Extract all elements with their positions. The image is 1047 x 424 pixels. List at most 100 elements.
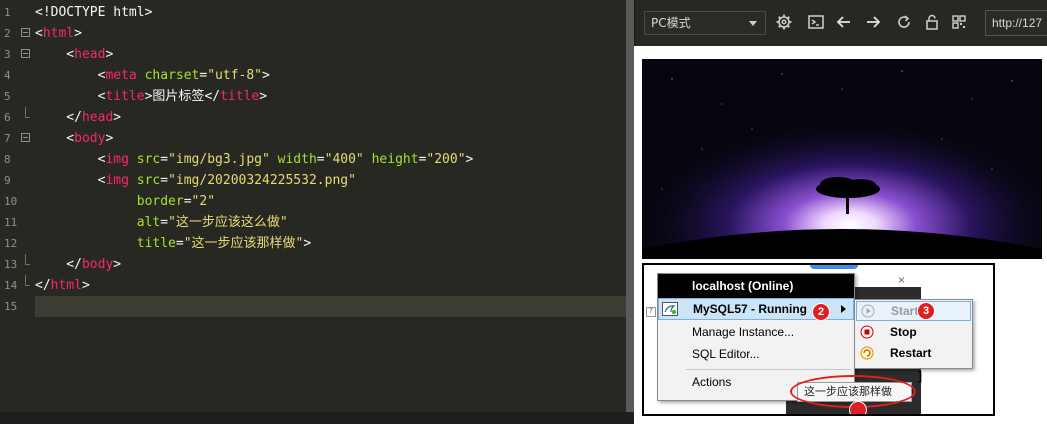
submenu-item-stop: Stop [856,323,971,343]
fold-toggle-icon[interactable] [21,28,30,37]
restart-icon [860,346,874,360]
device-mode-select[interactable]: PC模式 [644,11,766,35]
browser-preview-pane: PC模式 http://127 × 7 localhost (Online) M… [634,0,1047,424]
submenu-item-start: Start [856,301,971,321]
code-line[interactable]: </body> [35,254,626,275]
line-number: 8 [4,153,11,166]
menu-divider [686,369,851,370]
editor-horizontal-scrollbar[interactable] [0,412,634,424]
code-token: "这一步应该这么做" [168,215,288,230]
gutter-line: 14 [0,275,34,296]
settings-icon[interactable] [774,12,794,32]
code-token: </ [35,110,82,125]
step-marker-partial [849,401,867,414]
code-line[interactable]: border="2" [35,191,626,212]
code-line[interactable]: <body> [35,128,626,149]
fold-end-icon [25,254,30,265]
gutter-line: 4 [0,65,34,86]
code-token: img [105,173,129,188]
code-line[interactable]: </head> [35,107,626,128]
editor-vertical-scrollbar[interactable] [626,0,634,412]
forward-arrow-icon[interactable] [863,12,883,32]
line-number: 2 [4,27,11,40]
code-token: "400" [324,152,364,167]
line-gutter: 1 2 3 4 5 6 7 8 9 10 11 12 13 14 15 [0,2,34,317]
code-area[interactable]: <!DOCTYPE html> <html> <head> <meta chars… [35,2,626,317]
gutter-line: 13 [0,254,34,275]
code-line[interactable]: <head> [35,44,626,65]
gutter-line: 3 [0,44,34,65]
code-token: > [259,89,268,104]
code-token: alt [136,215,161,230]
fold-end-icon [25,275,30,286]
lock-icon[interactable] [922,12,942,32]
code-token: "200" [426,152,466,167]
code-line[interactable]: alt="这一步应该这么做" [35,212,626,233]
refresh-icon[interactable] [894,12,914,32]
qr-code-icon[interactable] [949,12,969,32]
line-number: 7 [4,132,11,145]
code-editor[interactable]: 1 2 3 4 5 6 7 8 9 10 11 12 13 14 15 <!DOCTYPE html> <ht… [0,0,626,424]
line-number: 3 [4,48,11,61]
code-token: "img/bg3.jpg" [168,152,270,167]
code-token: </ [35,257,82,272]
line-number: 12 [4,237,18,250]
line-number: 11 [4,216,18,229]
code-token: </ [35,278,51,293]
fold-end-icon [25,107,30,118]
code-token: = [183,194,192,209]
night-sky-tree-image [642,59,1042,259]
submenu-item-restart: Restart [856,344,971,364]
fold-toggle-icon[interactable] [21,49,30,58]
play-icon [861,304,875,318]
code-line[interactable]: <html> [35,23,626,44]
code-token: </ [204,89,221,104]
code-token: < [35,152,106,167]
code-line[interactable]: <img src="img/20200324225532.png" [35,170,626,191]
code-token: body [74,131,106,146]
code-token: > [465,152,474,167]
code-token: "utf-8" [207,68,263,83]
gutter-line: 15 [0,296,34,317]
gutter-line: 7 [0,128,34,149]
back-arrow-icon[interactable] [834,12,854,32]
url-bar[interactable]: http://127 [985,10,1047,36]
code-token: border [136,194,184,209]
code-line[interactable]: <img src="img/bg3.jpg" width="400" heigh… [35,149,626,170]
code-line[interactable]: </html> [35,275,626,296]
line-number: 14 [4,279,18,292]
code-token: title [220,89,260,104]
close-icon: × [898,273,906,287]
code-line[interactable]: title="这一步应该那样做"> [35,233,626,254]
code-token: head [81,110,114,125]
line-number: 13 [4,258,18,271]
code-token: > [303,236,312,251]
code-token: head [74,47,106,62]
code-token: > [105,131,114,146]
code-line[interactable] [35,296,626,317]
device-mode-value: PC模式 [651,16,691,30]
preview-toolbar: PC模式 http://127 [634,0,1047,46]
code-token: "这一步应该那样做" [183,236,304,251]
code-token: html [50,278,82,293]
code-token: width [277,152,317,167]
code-token: img [105,152,129,167]
code-token: 图片标签 [152,89,205,104]
menu-item-sql-editor: SQL Editor... [692,347,760,361]
code-line[interactable]: <meta charset="utf-8"> [35,65,626,86]
fold-toggle-icon[interactable] [21,133,30,142]
line-number: 4 [4,69,11,82]
code-line[interactable]: <!DOCTYPE html> [35,2,626,23]
code-token: src [136,152,161,167]
code-token: = [175,236,184,251]
stop-icon [860,325,874,339]
menu-header: localhost (Online) [658,274,854,298]
step-marker-2: 2 [812,303,830,321]
code-line[interactable]: <title>图片标签</title> [35,86,626,107]
code-token: body [81,257,114,272]
terminal-icon[interactable] [806,12,826,32]
gutter-line: 5 [0,86,34,107]
